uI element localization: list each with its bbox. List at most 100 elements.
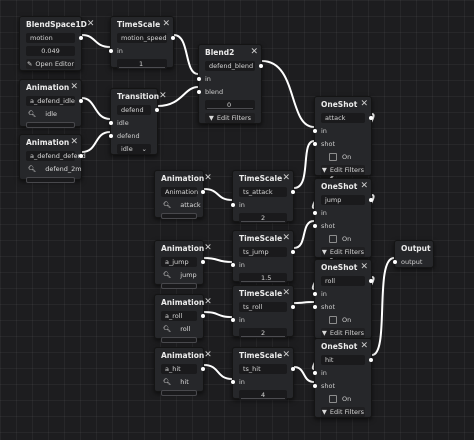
input-port[interactable] <box>313 370 317 375</box>
input-port[interactable] <box>231 202 235 207</box>
magnifier-icon[interactable]: 🔍︎ <box>163 271 171 279</box>
oneshot-node-attack[interactable]: OneShot ✕ attack in shot On ▼ Edit Filters <box>313 96 373 176</box>
output-port[interactable] <box>171 35 175 40</box>
close-icon[interactable]: ✕ <box>204 173 212 183</box>
close-icon[interactable]: ✕ <box>360 181 368 191</box>
animation-name[interactable]: jump <box>180 271 196 279</box>
magnifier-icon[interactable]: 🔍︎ <box>163 378 171 386</box>
edit-filters-button[interactable]: ▼ Edit Filters <box>321 246 365 257</box>
output-port[interactable] <box>79 153 83 158</box>
blendspace1d-node[interactable]: BlendSpace1D ✕ motion 0.049 ✎ Open Editor <box>19 16 94 71</box>
input-port[interactable] <box>109 48 113 53</box>
magnifier-icon[interactable]: 🔍︎ <box>28 110 36 118</box>
output-port[interactable] <box>79 35 83 40</box>
on-checkbox[interactable] <box>329 152 337 161</box>
output-port[interactable] <box>291 189 295 194</box>
output-port[interactable] <box>369 115 373 120</box>
output-port[interactable] <box>155 107 159 112</box>
input-port-defend[interactable] <box>109 133 113 138</box>
output-port[interactable] <box>201 366 205 371</box>
close-icon[interactable]: ✕ <box>360 99 368 109</box>
output-port[interactable] <box>259 63 263 68</box>
input-port[interactable] <box>231 317 235 322</box>
close-icon[interactable]: ✕ <box>162 19 170 29</box>
open-editor-button[interactable]: ✎ Open Editor <box>26 58 75 69</box>
close-icon[interactable]: ✕ <box>282 233 290 243</box>
edit-filters-button[interactable]: ▼ Edit Filters <box>321 406 365 417</box>
input-port[interactable] <box>231 379 235 384</box>
shot-port[interactable] <box>313 383 317 388</box>
output-node[interactable]: Output output <box>393 240 434 268</box>
close-icon[interactable]: ✕ <box>70 82 78 92</box>
input-port[interactable] <box>313 291 317 296</box>
animation-name[interactable]: defend_2m <box>45 165 81 173</box>
output-port[interactable] <box>369 278 373 283</box>
animation-node-roll[interactable]: Animation ✕ a_roll 🔍︎ roll <box>154 294 212 343</box>
timescale-node-motion[interactable]: TimeScale ✕ motion_speed in 1 <box>109 16 175 69</box>
animation-node-hit[interactable]: Animation ✕ a_hit 🔍︎ hit <box>154 347 212 396</box>
timescale-node-hit[interactable]: TimeScale ✕ ts_hit in 4 <box>231 347 295 400</box>
input-port[interactable] <box>313 128 317 133</box>
animation-node-defend-idle[interactable]: Animation ✕ a_defend_idle 🔍︎ idle <box>19 79 83 128</box>
input-port-idle[interactable] <box>109 120 113 125</box>
on-checkbox[interactable] <box>329 394 337 403</box>
shot-port[interactable] <box>313 304 317 309</box>
scale-spinbox[interactable]: 2 <box>239 212 287 223</box>
output-port[interactable] <box>291 366 295 371</box>
scale-spinbox[interactable]: 1.5 <box>239 272 287 283</box>
output-port[interactable] <box>201 259 205 264</box>
oneshot-node-jump[interactable]: OneShot ✕ jump in shot On ▼ Edit Filters <box>313 178 373 258</box>
animation-name[interactable]: attack <box>180 201 200 209</box>
shot-port[interactable] <box>313 223 317 228</box>
input-port[interactable] <box>231 262 235 267</box>
output-port[interactable] <box>291 249 295 254</box>
close-icon[interactable]: ✕ <box>360 262 368 272</box>
close-icon[interactable]: ✕ <box>204 297 212 307</box>
close-icon[interactable]: ✕ <box>360 341 368 351</box>
edit-filters-button[interactable]: ▼ Edit Filters <box>321 327 365 338</box>
input-port[interactable] <box>393 259 397 264</box>
output-port[interactable] <box>369 197 373 202</box>
shot-port[interactable] <box>313 141 317 146</box>
close-icon[interactable]: ✕ <box>204 243 212 253</box>
input-port[interactable] <box>197 76 201 81</box>
close-icon[interactable]: ✕ <box>282 288 290 298</box>
magnifier-icon[interactable]: 🔍︎ <box>163 325 171 333</box>
animation-node-defend-defend[interactable]: Animation ✕ a_defend_defend 🔍︎ defend_2m <box>19 134 86 183</box>
close-icon[interactable]: ✕ <box>70 137 78 147</box>
output-port[interactable] <box>291 304 295 309</box>
animation-node-attack[interactable]: Animation ✕ Animation 🔍︎ attack <box>154 170 212 219</box>
edit-filters-button[interactable]: ▼ Edit Filters <box>205 112 255 123</box>
magnifier-icon[interactable]: 🔍︎ <box>28 165 36 173</box>
output-port[interactable] <box>369 357 373 362</box>
timescale-node-jump[interactable]: TimeScale ✕ ts_jump in 1.5 <box>231 230 295 283</box>
scale-spinbox[interactable]: 1 <box>117 58 167 69</box>
on-checkbox[interactable] <box>329 234 337 243</box>
close-icon[interactable]: ✕ <box>204 350 212 360</box>
close-icon[interactable]: ✕ <box>87 19 95 29</box>
close-icon[interactable]: ✕ <box>250 47 258 57</box>
close-icon[interactable]: ✕ <box>159 91 167 101</box>
animation-name[interactable]: hit <box>180 378 188 386</box>
input-port[interactable] <box>313 210 317 215</box>
blend2-node[interactable]: Blend2 ✕ defend_blend in blend 0 ▼ Edit Fi… <box>197 44 263 124</box>
close-icon[interactable]: ✕ <box>282 173 290 183</box>
oneshot-node-roll[interactable]: OneShot ✕ roll in shot On ▼ Edit Filters <box>313 259 373 339</box>
timescale-node-roll[interactable]: TimeScale ✕ ts_roll in 2 <box>231 285 295 338</box>
output-port[interactable] <box>201 189 205 194</box>
blend-position-field[interactable]: 0.049 <box>26 45 75 56</box>
close-icon[interactable]: ✕ <box>282 350 290 360</box>
animation-node-jump[interactable]: Animation ✕ a_jump 🔍︎ jump <box>154 240 212 289</box>
animation-name[interactable]: idle <box>45 110 57 118</box>
timescale-node-attack[interactable]: TimeScale ✕ ts_attack in 2 <box>231 170 295 223</box>
blend-amount-spinbox[interactable]: 0 <box>205 99 255 110</box>
edit-filters-button[interactable]: ▼ Edit Filters <box>321 164 365 175</box>
scale-spinbox[interactable]: 4 <box>239 389 287 400</box>
scale-spinbox[interactable]: 2 <box>239 327 287 338</box>
output-port[interactable] <box>201 313 205 318</box>
animation-name[interactable]: roll <box>180 325 190 333</box>
oneshot-node-hit[interactable]: OneShot ✕ hit in shot On ▼ Edit Filters <box>313 338 373 418</box>
magnifier-icon[interactable]: 🔍︎ <box>163 201 171 209</box>
on-checkbox[interactable] <box>329 315 337 324</box>
blend-port[interactable] <box>197 89 201 94</box>
